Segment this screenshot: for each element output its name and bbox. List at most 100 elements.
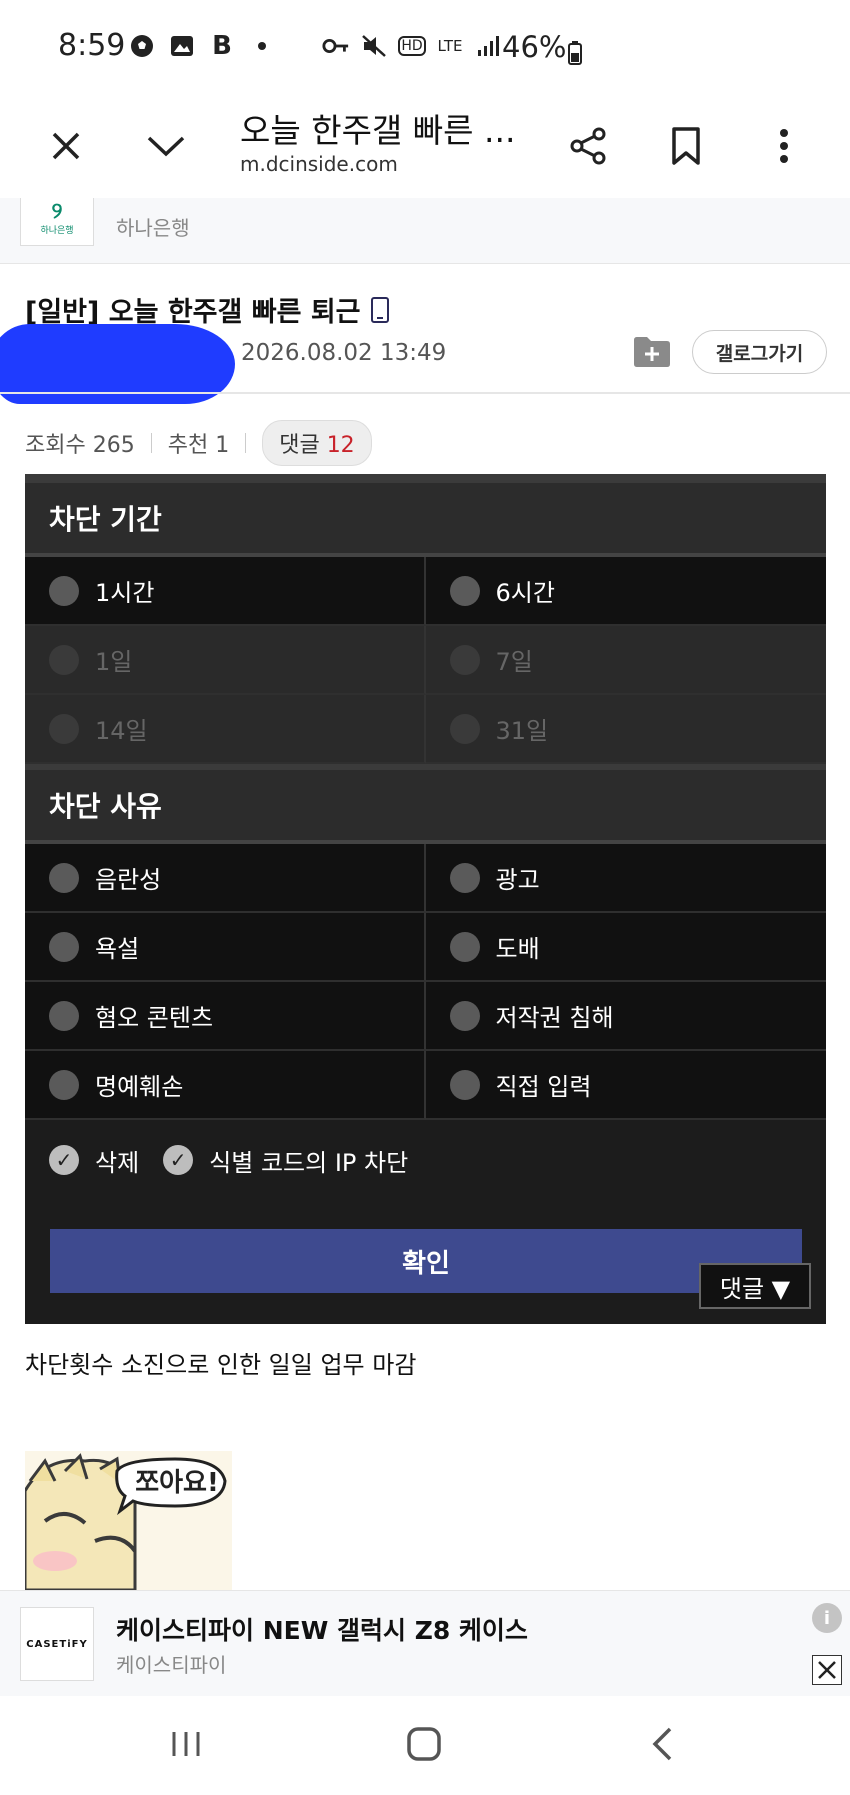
mute-icon xyxy=(360,33,388,59)
radio-icon xyxy=(49,575,79,606)
radio-icon xyxy=(49,644,79,675)
folder-plus-icon xyxy=(634,337,670,367)
block-period-heading: 차단 기간 xyxy=(25,477,826,557)
home-button[interactable] xyxy=(394,1718,454,1770)
period-option: 31일 xyxy=(425,695,826,764)
reason-option[interactable]: 음란성 xyxy=(25,844,426,913)
back-button[interactable] xyxy=(632,1718,692,1770)
more-options-button[interactable] xyxy=(752,114,816,178)
hana-logo-icon: ୨ xyxy=(51,198,63,224)
confirm-button[interactable]: 확인 xyxy=(50,1229,802,1293)
reason-option[interactable]: 욕설 xyxy=(25,913,426,982)
key-icon xyxy=(322,33,350,59)
sticker-illustration: 쪼아요! xyxy=(25,1451,232,1590)
reason-label: 저작권 침해 xyxy=(495,1004,614,1032)
period-option[interactable]: 1시간 xyxy=(25,557,426,626)
divider xyxy=(0,392,850,394)
recent-apps-icon xyxy=(172,1732,200,1756)
delete-checkbox-label: 삭제 xyxy=(95,1148,140,1177)
advertiser-logo-text: CASETiFY xyxy=(26,1638,88,1650)
period-option[interactable]: 6시간 xyxy=(425,557,826,626)
reason-label: 명예훼손 xyxy=(95,1073,184,1101)
radio-icon xyxy=(49,1000,79,1031)
lte-icon: LTE xyxy=(437,37,463,55)
radio-icon xyxy=(49,1069,79,1100)
advertiser-logo-text: 하나은행 xyxy=(40,225,74,236)
period-label: 1일 xyxy=(95,648,133,676)
radio-icon xyxy=(49,713,79,744)
sticker-image: 쪼아요! xyxy=(25,1451,232,1590)
browser-toolbar: 오늘 한주갤 빠른 ... m.dcinside.com xyxy=(0,96,850,200)
post-date: 2026.08.02 13:49 xyxy=(241,340,447,366)
hd-icon: HD xyxy=(398,36,426,56)
block-checkboxes: ✓ 삭제 ✓ 식별 코드의 IP 차단 xyxy=(25,1120,826,1200)
image-icon xyxy=(168,33,196,59)
radio-icon xyxy=(449,1069,480,1100)
page-url[interactable]: m.dcinside.com xyxy=(240,152,398,176)
add-folder-button[interactable] xyxy=(632,334,672,368)
status-time: 8:59 xyxy=(58,28,126,63)
mobile-icon xyxy=(370,296,389,323)
reason-label: 음란성 xyxy=(95,866,162,894)
close-icon xyxy=(818,1661,836,1679)
signal-icon xyxy=(474,33,502,59)
battery-icon xyxy=(568,38,582,73)
advertiser-name: 케이스티파이 xyxy=(116,1653,227,1677)
reason-label: 직접 입력 xyxy=(495,1073,592,1101)
radio-icon xyxy=(449,575,480,606)
period-option: 7일 xyxy=(425,626,826,695)
top-ad-banner[interactable]: ୨ 하나은행 하나은행 xyxy=(0,198,850,264)
period-option: 1일 xyxy=(25,626,426,695)
radio-icon xyxy=(449,644,480,675)
share-button[interactable] xyxy=(556,114,620,178)
status-bar: 8:59 B HD LTE 46% xyxy=(0,0,850,96)
radio-icon xyxy=(449,862,480,893)
post-body-text: 차단횟수 소진으로 인한 일일 업무 마감 xyxy=(25,1351,417,1379)
radio-icon xyxy=(49,931,79,962)
reason-option[interactable]: 저작권 침해 xyxy=(425,982,826,1051)
bookmark-button[interactable] xyxy=(654,114,718,178)
advertiser-logo: CASETiFY xyxy=(20,1607,94,1681)
ad-close-button[interactable] xyxy=(812,1655,842,1685)
chevron-down-icon xyxy=(147,136,185,157)
period-option: 14일 xyxy=(25,695,426,764)
radio-icon xyxy=(449,713,480,744)
block-dialog-screenshot: 차단 기간 1시간 6시간 1일 7일 14일 31일 차단 사유 음란성 광고… xyxy=(25,474,826,1324)
recent-apps-button[interactable] xyxy=(156,1718,216,1770)
close-tab-button[interactable] xyxy=(34,114,98,178)
bookmark-icon xyxy=(672,127,700,165)
radio-icon xyxy=(449,1000,480,1031)
radio-icon xyxy=(49,862,79,893)
page-title: 오늘 한주갤 빠른 ... xyxy=(240,111,516,150)
reason-option[interactable]: 혐오 콘텐츠 xyxy=(25,982,426,1051)
sticker-text: 쪼아요! xyxy=(135,1468,219,1498)
share-icon xyxy=(570,127,606,165)
block-reason-options: 음란성 광고 욕설 도배 혐오 콘텐츠 저작권 침해 명예훼손 직접 입력 xyxy=(25,844,826,1120)
reason-label: 욕설 xyxy=(95,935,140,963)
gallog-button[interactable]: 갤로그가기 xyxy=(692,330,827,374)
period-label: 14일 xyxy=(95,717,148,745)
more-vertical-icon xyxy=(780,129,788,163)
close-icon xyxy=(52,132,80,160)
bottom-ad-banner[interactable]: CASETiFY 케이스티파이 NEW 갤럭시 Z8 케이스 케이스티파이 i xyxy=(0,1590,850,1696)
reason-option[interactable]: 직접 입력 xyxy=(425,1051,826,1120)
comment-jump-button[interactable]: 댓글 ▼ xyxy=(699,1263,811,1309)
checkmark-icon[interactable]: ✓ xyxy=(49,1145,79,1175)
info-icon[interactable]: i xyxy=(812,1603,842,1633)
reason-option[interactable]: 도배 xyxy=(425,913,826,982)
meta-separator xyxy=(245,433,247,453)
checkmark-icon[interactable]: ✓ xyxy=(163,1145,194,1175)
comment-count: 12 xyxy=(326,433,355,458)
battery-percent: 46% xyxy=(502,30,567,64)
period-label: 1시간 xyxy=(95,579,155,607)
minimize-button[interactable] xyxy=(134,114,198,178)
home-icon xyxy=(407,1727,441,1761)
reason-option[interactable]: 광고 xyxy=(425,844,826,913)
reason-option[interactable]: 명예훼손 xyxy=(25,1051,426,1120)
b-icon: B xyxy=(212,31,232,61)
meta-separator xyxy=(150,433,152,453)
comment-count-pill[interactable]: 댓글 12 xyxy=(262,420,372,466)
advertiser-logo: ୨ 하나은행 xyxy=(20,198,94,246)
status-right-icons: HD LTE xyxy=(322,33,502,59)
radio-icon xyxy=(449,931,480,962)
